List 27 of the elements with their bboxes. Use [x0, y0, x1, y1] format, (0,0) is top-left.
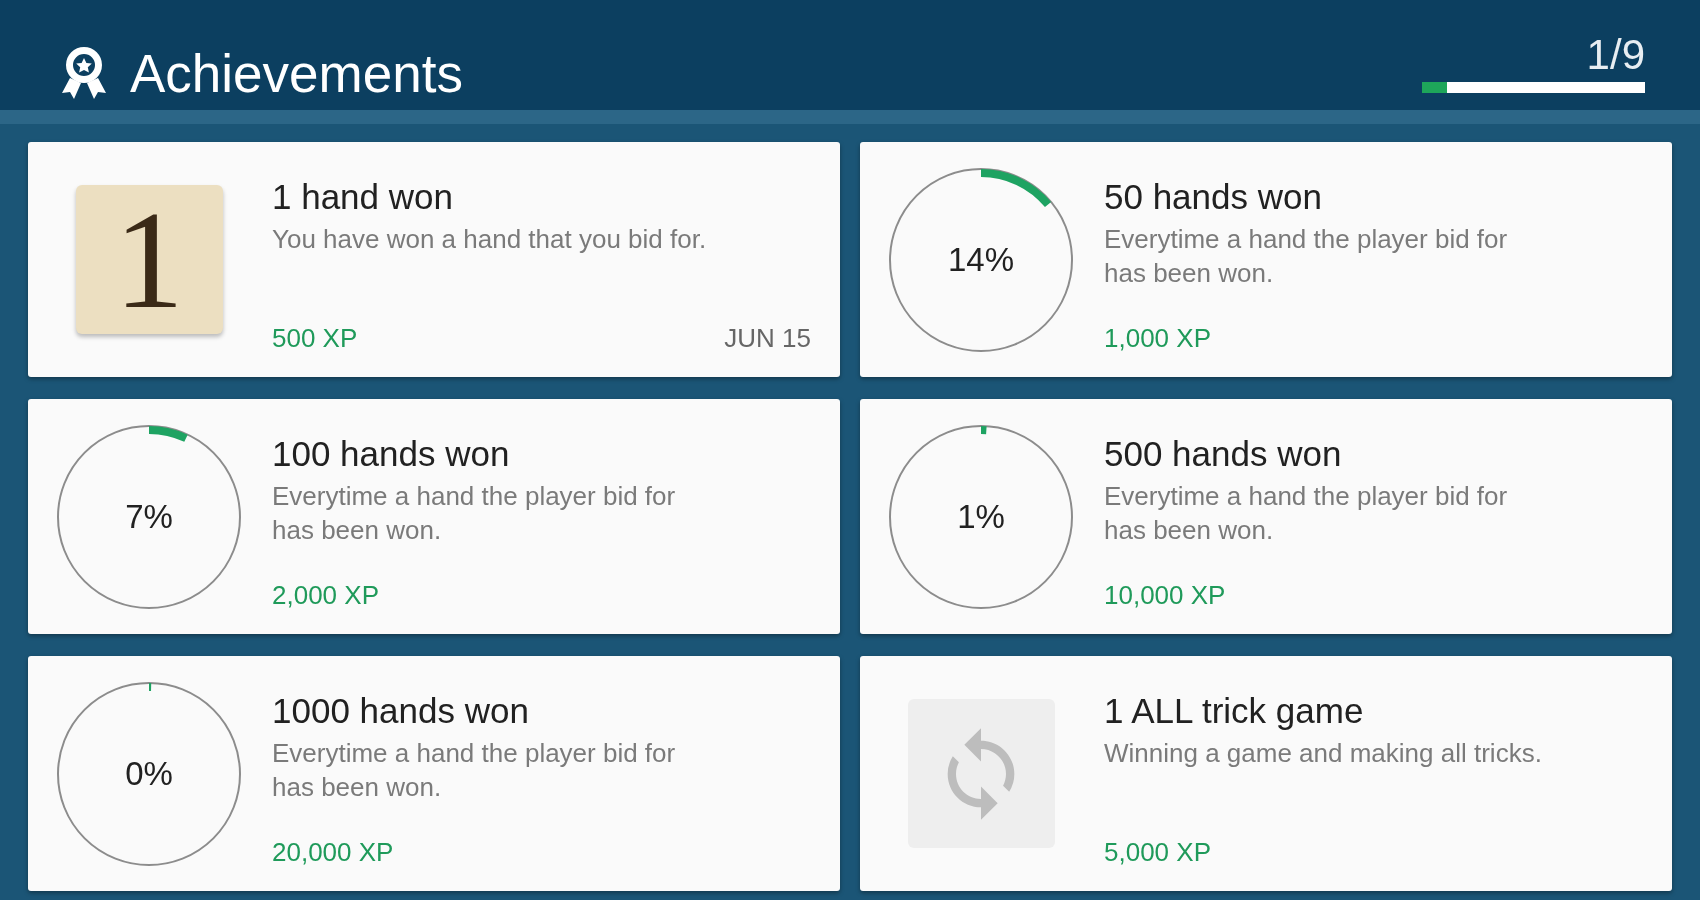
unlock-date: JUN 15 — [724, 325, 811, 351]
award-ribbon-icon — [60, 45, 108, 99]
xp-reward: 500 XP — [272, 325, 358, 351]
achievement-description: Everytime a hand the player bid for has been won. — [1104, 480, 1509, 547]
progress-percent: 14% — [947, 243, 1015, 276]
xp-reward: 2,000 XP — [272, 582, 379, 608]
progress-percent: 0% — [125, 757, 173, 790]
achievement-title: 100 hands won — [272, 434, 511, 474]
achievement-title: 50 hands won — [1104, 177, 1323, 217]
achievement-description: You have won a hand that you bid for. — [272, 223, 708, 256]
achievement-title: 1 hand won — [272, 177, 454, 217]
xp-reward: 1,000 XP — [1104, 325, 1211, 351]
page-title: Achievements — [130, 47, 463, 100]
badge-numeral: 1 — [114, 189, 184, 330]
achievement-description: Winning a game and making all tricks. — [1104, 737, 1543, 770]
achievement-title: 1 ALL trick game — [1104, 691, 1365, 731]
achievement-description: Everytime a hand the player bid for has been won. — [272, 480, 677, 547]
xp-reward: 10,000 XP — [1104, 582, 1226, 608]
xp-reward: 5,000 XP — [1104, 839, 1211, 865]
achievement-description: Everytime a hand the player bid for has been won. — [1104, 223, 1509, 290]
progress-percent: 1% — [957, 500, 1005, 533]
achievement-title: 1000 hands won — [272, 691, 530, 731]
achievement-description: Everytime a hand the player bid for has been won. — [272, 737, 677, 804]
achievement-count: 1/9 — [1586, 34, 1645, 76]
xp-reward: 20,000 XP — [272, 839, 394, 865]
progress-percent: 7% — [125, 500, 173, 533]
achievement-title: 500 hands won — [1104, 434, 1343, 474]
